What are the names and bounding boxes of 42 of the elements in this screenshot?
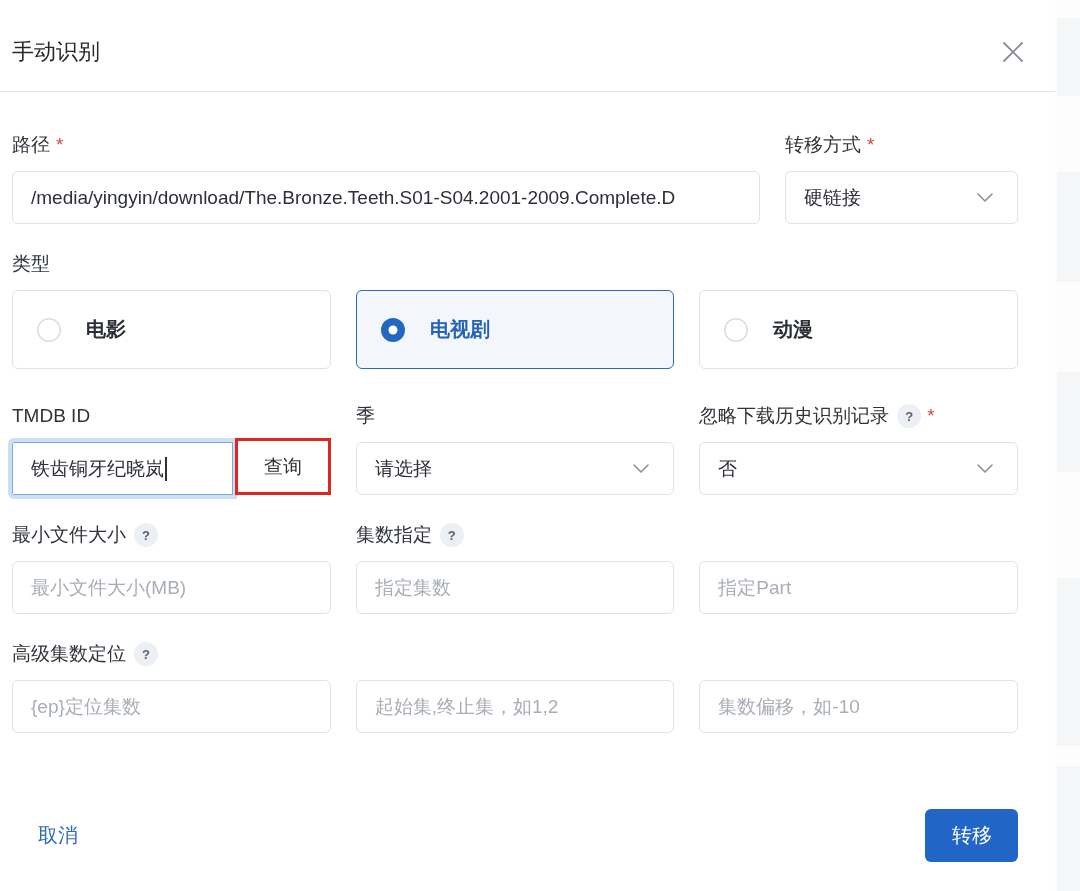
min-file-size-field[interactable]: 最小文件大小(MB) bbox=[12, 561, 331, 614]
required-asterisk: * bbox=[56, 134, 64, 156]
part-field[interactable]: 指定Part bbox=[699, 561, 1018, 614]
transfer-button[interactable]: 转移 bbox=[925, 809, 1018, 862]
field-label: 季 bbox=[355, 404, 375, 428]
episode-range-field[interactable]: 起始集,终止集，如1,2 bbox=[355, 680, 675, 733]
chevron-down-icon bbox=[977, 193, 993, 202]
tmdb-id-field[interactable]: 铁齿铜牙纪晓岚 bbox=[8, 438, 237, 499]
field-label: TMDB ID bbox=[12, 405, 91, 427]
radio-icon bbox=[380, 317, 405, 342]
help-hint[interactable]: ? bbox=[439, 523, 464, 547]
type-option[interactable]: 电视剧 bbox=[355, 290, 675, 369]
episode-field[interactable]: 指定集数 bbox=[355, 561, 675, 614]
field-label: 最小文件大小 bbox=[12, 523, 126, 547]
cancel-button[interactable]: 取消 bbox=[24, 809, 92, 862]
type-option[interactable]: 电影 bbox=[12, 290, 331, 369]
field-label: 集数指定 bbox=[355, 523, 432, 547]
chevron-down-icon bbox=[633, 464, 650, 473]
field-label: 高级集数定位 bbox=[12, 642, 126, 666]
field-label: 忽略下载历史识别记录 bbox=[699, 404, 890, 428]
help-hint[interactable]: ? bbox=[897, 404, 922, 428]
ignore-history-select[interactable]: 否 bbox=[699, 442, 1018, 495]
radio-icon bbox=[724, 317, 749, 342]
close-icon bbox=[1003, 41, 1023, 62]
help-hint[interactable]: ? bbox=[134, 642, 158, 666]
required-asterisk: * bbox=[867, 134, 875, 156]
transfer-mode-select[interactable]: 硬链接 bbox=[785, 171, 1018, 224]
dialog-title: 手动识别 bbox=[12, 37, 100, 66]
episode-locator-field[interactable]: {ep}定位集数 bbox=[12, 680, 331, 733]
field-label: 转移方式 bbox=[785, 133, 861, 157]
field-label: 类型 bbox=[12, 252, 50, 276]
path-field[interactable]: /media/yingyin/download/The.Bronze.Teeth.S01-S04.2001-2009.Complete.D bbox=[12, 171, 760, 224]
episode-offset-field[interactable]: 集数偏移，如-10 bbox=[699, 680, 1018, 733]
close-button[interactable] bbox=[1003, 41, 1023, 62]
help-hint[interactable]: ? bbox=[134, 523, 158, 547]
required-asterisk: * bbox=[927, 405, 935, 427]
field-label: 路径 bbox=[12, 133, 50, 157]
chevron-down-icon bbox=[977, 464, 993, 473]
radio-icon bbox=[37, 317, 61, 342]
season-select[interactable]: 请选择 bbox=[355, 442, 675, 495]
text-cursor-icon bbox=[165, 456, 167, 481]
type-option[interactable]: 动漫 bbox=[699, 290, 1018, 369]
